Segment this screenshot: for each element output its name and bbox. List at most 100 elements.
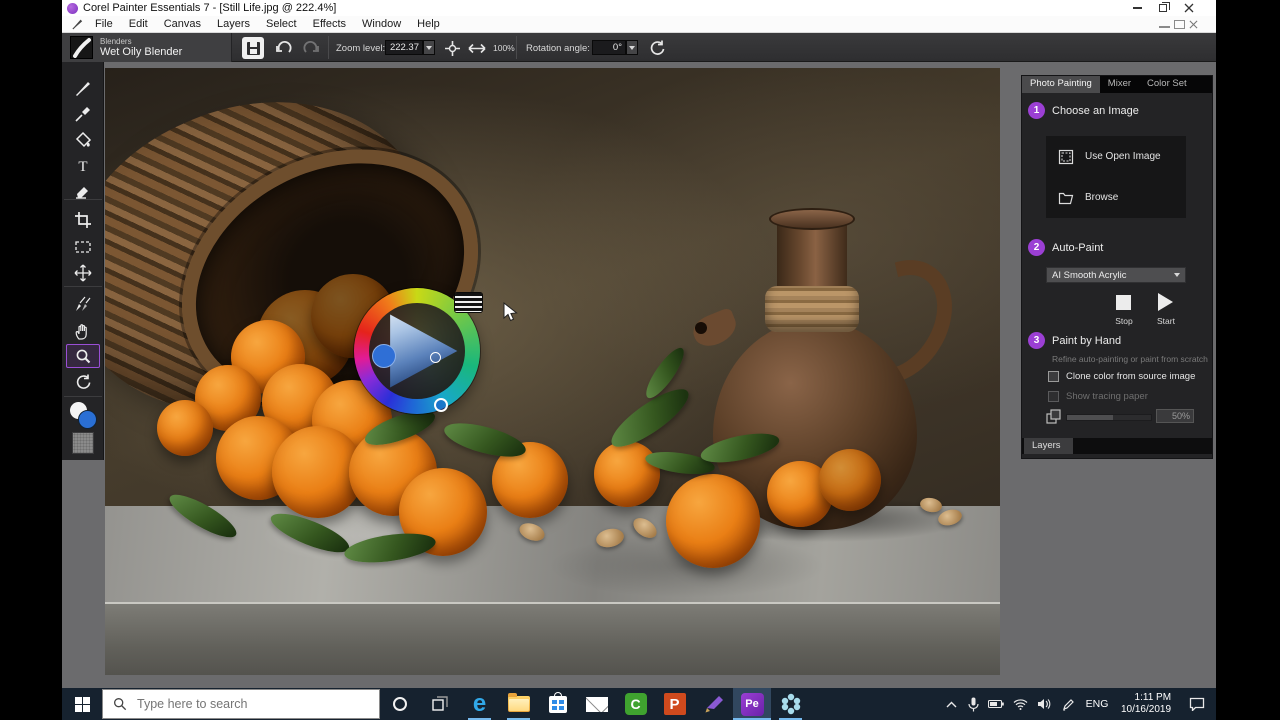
hue-ring-marker[interactable] xyxy=(434,398,448,412)
zoom-reset-button[interactable]: 100% xyxy=(493,43,515,53)
doc-close-button[interactable] xyxy=(1189,20,1200,29)
browse-label: Browse xyxy=(1085,192,1118,203)
tracing-paper-checkbox[interactable] xyxy=(1048,391,1059,402)
text-tool[interactable]: T xyxy=(66,154,100,178)
start-button[interactable] xyxy=(62,688,102,720)
brush-tool[interactable] xyxy=(66,76,100,100)
undo-button[interactable] xyxy=(274,39,293,58)
rotation-dropdown-button[interactable] xyxy=(626,40,638,55)
taskbar-painter-brush[interactable] xyxy=(694,688,733,720)
transform-tool[interactable] xyxy=(66,261,100,285)
color-wheel-menu-icon[interactable] xyxy=(455,293,482,312)
taskbar-mail[interactable] xyxy=(577,688,616,720)
tray-language[interactable]: ENG xyxy=(1080,688,1114,720)
start-button[interactable] xyxy=(1158,293,1173,311)
minimize-button[interactable] xyxy=(1124,1,1150,15)
doc-minimize-button[interactable] xyxy=(1159,21,1170,28)
flower-gear-icon xyxy=(780,693,802,715)
clone-color-checkbox[interactable] xyxy=(1048,371,1059,382)
title-bar: Corel Painter Essentials 7 - [Still Life… xyxy=(62,0,1216,16)
zoom-level-label: Zoom level: xyxy=(336,43,385,54)
triangle-picker-marker[interactable] xyxy=(430,352,441,363)
rotation-angle-input[interactable]: 0° xyxy=(592,40,626,55)
cloner-tool[interactable] xyxy=(66,292,100,316)
task-view-icon xyxy=(432,696,448,712)
paint-bucket-tool[interactable] xyxy=(66,128,100,152)
tray-volume[interactable] xyxy=(1032,688,1056,720)
close-button[interactable] xyxy=(1176,1,1202,15)
menu-file[interactable]: File xyxy=(87,18,121,30)
menu-layers[interactable]: Layers xyxy=(209,18,258,30)
cortana-button[interactable] xyxy=(380,688,420,720)
fit-to-window-button[interactable] xyxy=(444,40,461,57)
tab-color-set[interactable]: Color Set xyxy=(1139,76,1195,93)
save-button[interactable] xyxy=(242,37,264,59)
restore-button[interactable] xyxy=(1150,1,1176,15)
action-center-button[interactable] xyxy=(1178,688,1216,720)
tray-battery[interactable] xyxy=(984,688,1008,720)
autopaint-style-dropdown[interactable]: AI Smooth Acrylic xyxy=(1046,267,1186,283)
reset-rotation-button[interactable] xyxy=(648,39,667,58)
tray-microphone[interactable] xyxy=(962,688,984,720)
speaker-icon xyxy=(1037,698,1051,710)
painter-brush-icon xyxy=(703,693,725,715)
tray-chevron-button[interactable] xyxy=(940,688,962,720)
menu-window[interactable]: Window xyxy=(354,18,409,30)
tray-pen[interactable] xyxy=(1056,688,1080,720)
tab-photo-painting[interactable]: Photo Painting xyxy=(1022,76,1100,93)
search-input[interactable] xyxy=(135,696,355,712)
rect-selection-tool[interactable] xyxy=(66,235,100,259)
browse-button[interactable]: Browse xyxy=(1046,177,1186,218)
canvas-image[interactable] xyxy=(105,68,1000,675)
menu-help[interactable]: Help xyxy=(409,18,448,30)
taskbar-edge[interactable]: e xyxy=(460,688,499,720)
color-swatches[interactable] xyxy=(70,402,98,430)
dropper-tool[interactable] xyxy=(66,102,100,126)
task-view-button[interactable] xyxy=(420,688,460,720)
redo-button[interactable] xyxy=(302,39,321,58)
use-open-image-button[interactable]: Use Open Image xyxy=(1046,136,1186,177)
menu-edit[interactable]: Edit xyxy=(121,18,156,30)
step-2-badge: 2 xyxy=(1028,239,1045,256)
divider xyxy=(64,396,102,397)
tracing-paper-label: Show tracing paper xyxy=(1066,391,1148,402)
zoom-dropdown-button[interactable] xyxy=(423,40,435,55)
magnifier-tool[interactable] xyxy=(66,344,100,368)
folder-icon xyxy=(1058,190,1074,206)
divider xyxy=(328,36,329,59)
taskbar-corel-app[interactable] xyxy=(771,688,810,720)
taskbar-powerpoint[interactable]: P xyxy=(655,688,694,720)
tray-clock[interactable]: 1:11 PM 10/16/2019 xyxy=(1114,688,1178,720)
tab-layers[interactable]: Layers xyxy=(1024,438,1073,454)
taskbar-camtasia[interactable]: C xyxy=(616,688,655,720)
primary-color-swatch[interactable] xyxy=(78,410,97,429)
tab-mixer[interactable]: Mixer xyxy=(1100,76,1139,93)
taskbar: e C P xyxy=(62,688,1216,720)
step-2-title: Auto-Paint xyxy=(1052,242,1103,254)
menu-select[interactable]: Select xyxy=(258,18,305,30)
stop-button[interactable] xyxy=(1116,295,1131,310)
taskbar-painter-essentials[interactable]: Pe xyxy=(733,688,771,720)
layers-bar: Layers xyxy=(1022,438,1212,454)
tray-wifi[interactable] xyxy=(1008,688,1032,720)
taskbar-store[interactable] xyxy=(538,688,577,720)
crop-tool[interactable] xyxy=(66,208,100,232)
search-icon xyxy=(113,697,127,711)
grabber-hand-tool[interactable] xyxy=(66,320,100,344)
tracing-opacity-slider[interactable] xyxy=(1066,414,1152,421)
brush-preview-icon[interactable] xyxy=(70,36,93,59)
taskbar-file-explorer[interactable] xyxy=(499,688,538,720)
orange xyxy=(666,474,760,568)
taskbar-search[interactable] xyxy=(102,689,380,719)
menu-effects[interactable]: Effects xyxy=(305,18,354,30)
pan-button[interactable] xyxy=(468,42,486,55)
zoom-level-input[interactable]: 222.37 xyxy=(385,40,423,55)
paper-texture-swatch[interactable] xyxy=(72,432,94,454)
rotate-page-tool[interactable] xyxy=(66,370,100,394)
doc-restore-button[interactable] xyxy=(1174,20,1185,29)
orange xyxy=(594,441,660,507)
menu-canvas[interactable]: Canvas xyxy=(156,18,209,30)
powerpoint-icon: P xyxy=(664,693,686,715)
property-bar xyxy=(62,33,1216,62)
pen-icon xyxy=(1062,698,1075,711)
